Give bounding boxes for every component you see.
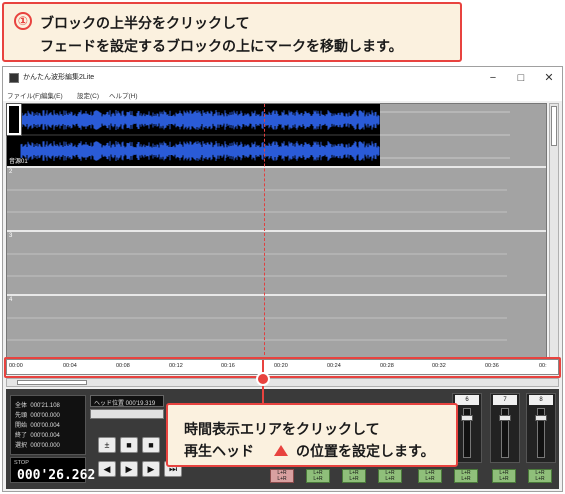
info-row-selection: 選択 000'00.000 <box>15 443 60 449</box>
block-label: 音源01 <box>9 159 28 165</box>
menu-help[interactable]: ヘルプ(H) <box>109 90 138 100</box>
instruction-callout-bottom: 時間表示エリアをクリックして 再生ヘッド の位置を設定します。 <box>166 403 458 467</box>
rewind-button[interactable]: ◀ <box>98 461 116 477</box>
menu-edit[interactable]: 編集(E) <box>41 90 63 100</box>
fader-knob[interactable] <box>499 415 511 421</box>
mixer-channel-label: 6 <box>455 395 479 405</box>
info-row-start: 開始 000'00.004 <box>15 423 60 429</box>
track-3-gridlines <box>7 253 507 277</box>
lr-button[interactable]: L+R L+R <box>492 469 516 483</box>
playhead-triangle-icon <box>274 445 288 456</box>
instruction-callout-top: ① ブロックの上半分をクリックして フェードを設定するブロックの上にマークを移動… <box>2 2 462 62</box>
lr-button[interactable]: L+R L+R <box>378 469 402 483</box>
play-button[interactable]: ▶ <box>120 461 138 477</box>
mixer-channel-8[interactable]: 8 <box>526 393 556 463</box>
record-button[interactable]: ■ <box>142 437 160 453</box>
title-bar: かんたん波形編集2Lite − □ ✕ <box>3 67 562 89</box>
menu-file[interactable]: ファイル(F) <box>7 90 41 100</box>
fader-track[interactable] <box>461 408 473 458</box>
lr-button[interactable]: L+R L+R <box>418 469 442 483</box>
lr-button[interactable]: L+R L+R <box>454 469 478 483</box>
horizontal-scrollbar[interactable] <box>6 378 559 387</box>
info-row-end: 終了 000'00.004 <box>15 433 60 439</box>
seek-bar[interactable] <box>90 409 164 419</box>
instruction-line-2a: 再生ヘッド <box>184 443 254 459</box>
playback-time-display: STOP 000'26.262 <box>10 457 95 483</box>
waveform <box>7 110 380 161</box>
horizontal-scroll-thumb[interactable] <box>17 380 87 385</box>
app-icon <box>9 73 19 83</box>
page: ① ブロックの上半分をクリックして フェードを設定するブロックの上にマークを移動… <box>0 0 565 494</box>
track-4[interactable]: 4 <box>7 296 546 360</box>
instruction-line-2: フェードを設定するブロックの上にマークを移動します。 <box>40 38 403 54</box>
track-4-gridlines <box>7 317 507 341</box>
mixer-channel-label: 8 <box>529 395 553 405</box>
menu-settings[interactable]: 設定(C) <box>77 90 99 100</box>
vertical-scroll-thumb[interactable] <box>551 106 557 146</box>
mixer-channel-label: 7 <box>493 395 517 405</box>
playback-status: STOP <box>14 460 29 466</box>
block-marker <box>6 103 22 136</box>
current-time: 000'26.262 <box>17 468 96 483</box>
forward-button[interactable]: ▶ <box>142 461 160 477</box>
track-2-gridlines <box>7 189 507 213</box>
instruction-line-2b: の位置を設定します。 <box>296 443 435 459</box>
track-1-gridlines <box>380 111 510 159</box>
playhead-line <box>264 104 265 360</box>
fader-knob[interactable] <box>535 415 547 421</box>
mixer-channel-7[interactable]: 7 <box>490 393 520 463</box>
close-button[interactable]: ✕ <box>535 69 563 87</box>
menu-bar: ファイル(F) 編集(E) 設定(C) ヘルプ(H) <box>3 89 562 101</box>
maximize-button[interactable]: □ <box>507 69 535 87</box>
audio-block[interactable]: 音源01 <box>7 104 380 166</box>
fader-track[interactable] <box>535 408 547 458</box>
track-1[interactable]: 音源01 <box>6 103 546 168</box>
window-title: かんたん波形編集2Lite <box>23 74 95 81</box>
head-position-display: ヘッド位置 000'19.319 <box>90 395 164 407</box>
time-info-box: 全体 000'21.108 先頭 000'00.000 開始 000'00.00… <box>10 395 86 455</box>
info-row-head: 先頭 000'00.000 <box>15 413 60 419</box>
instruction-line-1: ブロックの上半分をクリックして <box>40 15 250 31</box>
lr-button[interactable]: L+R L+R <box>342 469 366 483</box>
minimize-button[interactable]: − <box>479 69 507 87</box>
track-3[interactable]: 3 <box>7 232 546 296</box>
lr-button[interactable]: L+R L+R <box>306 469 330 483</box>
fader-track[interactable] <box>499 408 511 458</box>
callout-pointer-dot <box>256 372 270 386</box>
lr-button[interactable]: L+R L+R <box>528 469 552 483</box>
volume-icon[interactable]: ± <box>98 437 116 453</box>
track-area[interactable]: 音源01 2 3 4 <box>6 103 547 360</box>
ruler-highlight-box <box>4 357 561 378</box>
info-row-total: 全体 000'21.108 <box>15 403 60 409</box>
track-2[interactable]: 2 <box>7 168 546 232</box>
instruction-line-1: 時間表示エリアをクリックして <box>184 421 380 437</box>
lr-button[interactable]: L+R L+R <box>270 469 294 483</box>
fader-knob[interactable] <box>461 415 473 421</box>
stop-button[interactable]: ■ <box>120 437 138 453</box>
vertical-scrollbar[interactable] <box>549 103 559 359</box>
step-number: ① <box>14 12 32 30</box>
